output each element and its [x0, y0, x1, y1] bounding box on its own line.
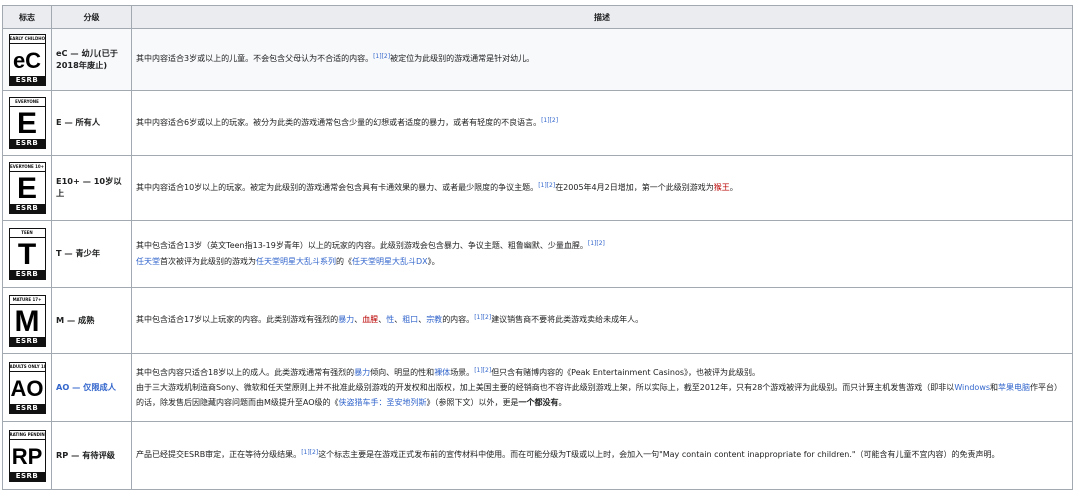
logo-esrb: ESRB	[9, 204, 45, 213]
logo-letter: M	[14, 304, 40, 338]
rating-name: T — 青少年	[51, 220, 132, 288]
rating-description: 产品已经提交ESRB审定，正在等待分级结果。[1][2]这个标志主要是在游戏正式…	[131, 421, 1073, 490]
smash-series-link[interactable]: 任天堂明星大乱斗系列	[256, 257, 336, 266]
esrb-m-logo[interactable]: MATURE 17+ M ESRB	[8, 294, 46, 347]
esrb-rp-logo[interactable]: RATING PENDING RP ESRB	[8, 429, 46, 482]
nudity-link[interactable]: 裸体	[434, 368, 450, 377]
rating-description: 其中内容适合6岁或以上的玩家。被分为此类的游戏通常包含少量的幻想或者适度的暴力，…	[131, 90, 1073, 156]
logo-letter: RP	[11, 443, 43, 469]
game-link[interactable]: 猴王	[714, 183, 730, 192]
rating-name: RP — 有待评级	[51, 421, 132, 490]
rating-name: M — 成熟	[51, 287, 132, 354]
header-mark[interactable]: 标志	[2, 5, 52, 29]
violence-link[interactable]: 暴力	[354, 368, 370, 377]
table-row: MATURE 17+ M ESRB M — 成熟 其中包含适合17岁以上玩家的内…	[2, 287, 1073, 354]
rating-description: 其中包含适合13岁（英文Teen指13-19岁青年）以上的玩家的内容。此级别游戏…	[131, 220, 1073, 288]
table-header-row: 标志 分级 描述	[2, 5, 1073, 29]
logo-esrb: ESRB	[9, 336, 45, 346]
logo-esrb: ESRB	[9, 403, 45, 413]
esrb-t-logo[interactable]: TEEN T ESRB	[8, 228, 46, 280]
rating-name: E — 所有人	[51, 90, 132, 156]
header-desc[interactable]: 描述	[131, 5, 1073, 29]
esrb-ao-logo[interactable]: ADULTS ONLY 18+ AO ESRB	[8, 361, 46, 414]
rating-name: E10+ — 10岁以上	[51, 155, 132, 221]
reference-link[interactable]: [1][2]	[538, 182, 555, 189]
table-row: ADULTS ONLY 18+ AO ESRB AO — 仅限成人 其中包含内容…	[2, 353, 1073, 422]
rating-description: 其中包含适合17岁以上玩家的内容。此类别游戏有强烈的暴力、血腥、性、粗口、宗教的…	[131, 287, 1073, 354]
logo-letter: eC	[12, 47, 42, 73]
logo-esrb: ESRB	[9, 75, 45, 85]
reference-link[interactable]: [1][2]	[474, 367, 491, 374]
gore-link[interactable]: 血腥	[362, 315, 378, 324]
table-row: TEEN T ESRB T — 青少年 其中包含适合13岁（英文Teen指13-…	[2, 220, 1073, 288]
logo-letter: E	[16, 107, 37, 140]
reference-link[interactable]: [1][2]	[474, 314, 491, 321]
violence-link[interactable]: 暴力	[338, 315, 354, 324]
nintendo-link[interactable]: 任天堂	[136, 257, 160, 266]
table-row: EARLY CHILDHOOD eC ESRB eC — 幼儿(已于 2018年…	[2, 28, 1073, 91]
rating-name[interactable]: AO — 仅限成人	[51, 353, 132, 422]
esrb-ratings-table: 标志 分级 描述 EARLY CHILDHOOD eC ESRB eC — 幼儿…	[2, 5, 1073, 490]
table-row: EVERYONE E ESRB E — 所有人 其中内容适合6岁或以上的玩家。被…	[2, 90, 1073, 156]
rating-description: 其中内容适合3岁或以上的儿童。不会包含父母认为不合适的内容。[1][2]被定位为…	[131, 28, 1073, 91]
rating-name: eC — 幼儿(已于 2018年废止)	[51, 28, 132, 91]
sex-link[interactable]: 性	[386, 315, 394, 324]
windows-link[interactable]: Windows	[954, 383, 990, 392]
rating-description: 其中包含内容只适合18岁以上的成人。此类游戏通常有强烈的暴力倾向、明显的性和裸体…	[131, 353, 1073, 422]
logo-esrb: ESRB	[9, 471, 45, 481]
table-row: RATING PENDING RP ESRB RP — 有待评级 产品已经提交E…	[2, 421, 1073, 490]
logo-letter: AO	[10, 375, 44, 401]
logo-letter: T	[17, 238, 37, 271]
logo-esrb: ESRB	[9, 139, 45, 148]
smash-dx-link[interactable]: 任天堂明星大乱斗DX	[352, 257, 428, 266]
emphasis-text: 一个都没有	[518, 398, 559, 408]
esrb-ec-logo[interactable]: EARLY CHILDHOOD eC ESRB	[8, 33, 46, 86]
reference-link[interactable]: [1][2]	[541, 117, 558, 124]
logo-letter: E	[16, 172, 37, 205]
profanity-link[interactable]: 粗口	[402, 315, 418, 324]
rating-description: 其中内容适合10岁以上的玩家。被定为此级别的游戏通常会包含具有卡通效果的暴力、或…	[131, 155, 1073, 221]
reference-link[interactable]: [1][2]	[373, 53, 390, 60]
reference-link[interactable]: [1][2]	[588, 240, 605, 247]
esrb-e10-logo[interactable]: EVERYONE 10+ E ESRB	[8, 162, 46, 214]
logo-esrb: ESRB	[9, 270, 45, 279]
reference-link[interactable]: [1][2]	[301, 449, 318, 456]
esrb-e-logo[interactable]: EVERYONE E ESRB	[8, 97, 46, 149]
table-row: EVERYONE 10+ E ESRB E10+ — 10岁以上 其中内容适合1…	[2, 155, 1073, 221]
religion-link[interactable]: 宗教	[426, 315, 442, 324]
gta-san-andreas-link[interactable]: 侠盗猎车手：圣安地列斯	[339, 398, 427, 407]
header-rating[interactable]: 分级	[51, 5, 132, 29]
apple-computer-link[interactable]: 苹果电脑	[998, 383, 1030, 392]
